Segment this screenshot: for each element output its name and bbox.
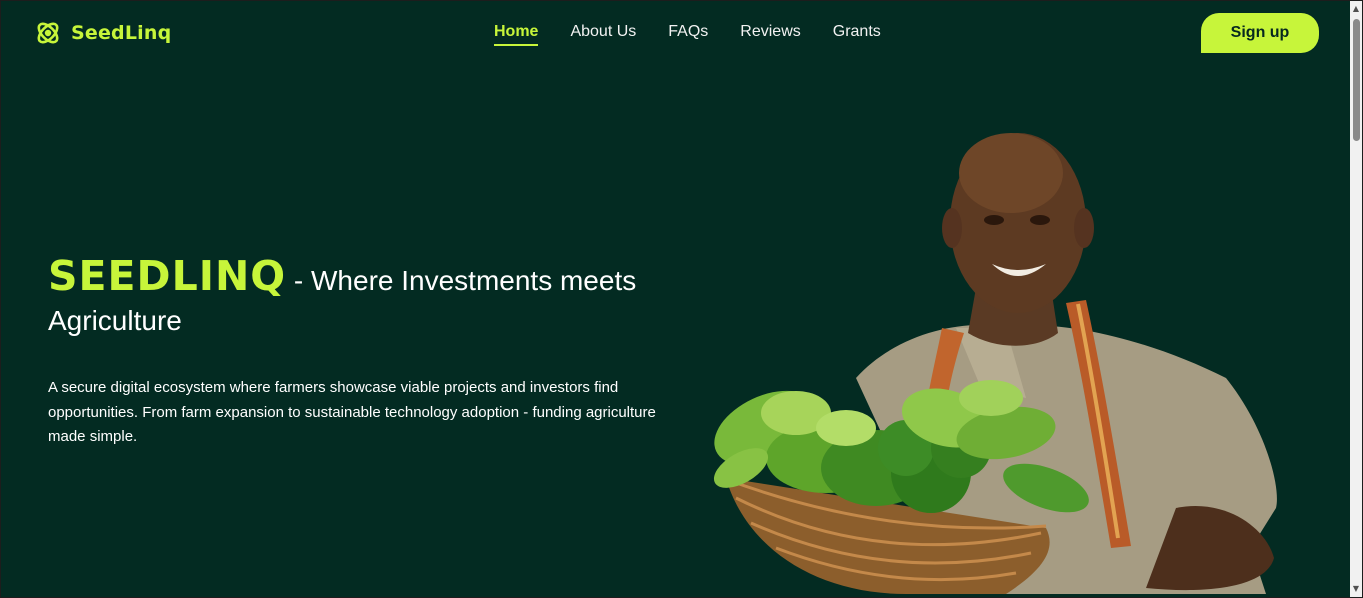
nav-faqs[interactable]: FAQs [668,22,708,46]
nav-reviews[interactable]: Reviews [740,22,800,46]
hero-title: SEEDLINQ - Where Investments meets Agric… [48,256,688,343]
signup-button[interactable]: Sign up [1201,13,1319,53]
logo[interactable]: SeedLinq [34,19,171,47]
nav-about-us[interactable]: About Us [570,22,636,46]
scrollbar-thumb[interactable] [1353,19,1360,141]
brand-name: SeedLinq [71,22,172,44]
main-nav: Home About Us FAQs Reviews Grants [494,22,881,46]
hero-description: A secure digital ecosystem where farmers… [48,379,656,445]
hero-brand-word: SEEDLINQ [48,252,287,300]
farmer-with-vegetable-basket-image [713,133,1277,594]
page-scrollbar[interactable]: ▲ ▼ [1350,1,1362,597]
arrow-up-icon[interactable]: ▲ [1350,3,1362,15]
nav-grants[interactable]: Grants [833,22,881,46]
atom-seed-icon [37,22,59,44]
arrow-down-icon[interactable]: ▼ [1350,583,1362,595]
nav-home[interactable]: Home [494,22,539,46]
